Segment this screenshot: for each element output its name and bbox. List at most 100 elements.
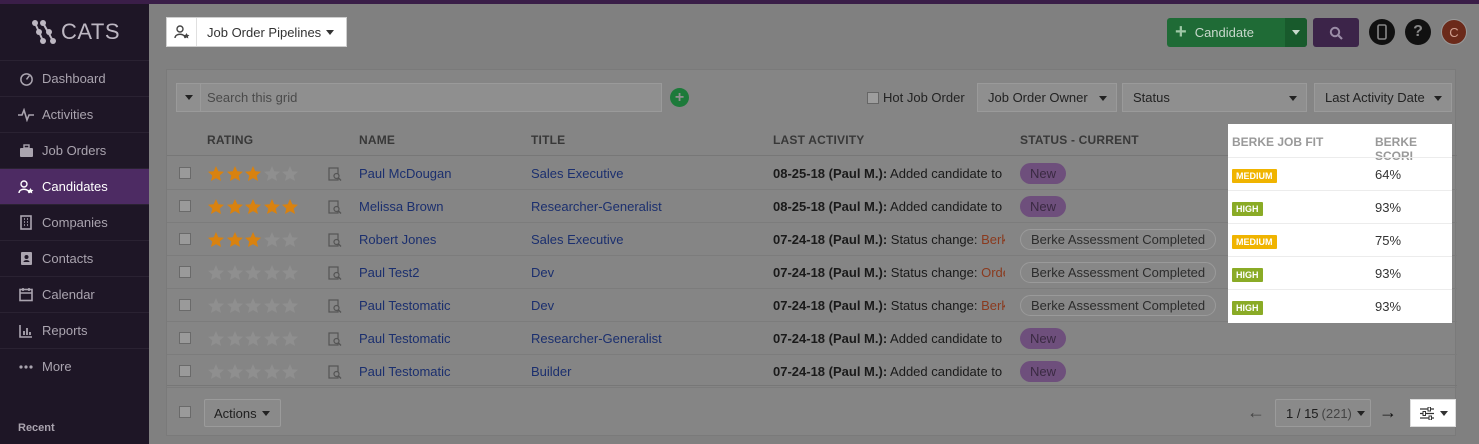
sidebar-item-more[interactable]: More [0, 348, 149, 384]
sidebar-item-dashboard[interactable]: Dashboard [0, 60, 149, 96]
sidebar-item-companies[interactable]: Companies [0, 204, 149, 240]
table-row[interactable]: Paul Testomatic Builder 07-24-18 (Paul M.)… [167, 355, 1457, 388]
star-icon[interactable] [281, 165, 299, 182]
status-badge[interactable]: New [1020, 361, 1067, 382]
job-title-link[interactable]: Sales Executive [531, 166, 624, 181]
job-title-link[interactable]: Researcher-Generalist [531, 331, 662, 346]
actions-dropdown[interactable]: Actions [204, 399, 281, 427]
add-candidate-dropdown[interactable] [1285, 18, 1307, 47]
star-icon[interactable] [281, 363, 299, 380]
status-badge[interactable]: Berke Assessment Completed [1020, 262, 1217, 283]
sidebar-item-calendar[interactable]: Calendar [0, 276, 149, 312]
sidebar-item-candidates[interactable]: Candidates [0, 168, 149, 204]
find-job-icon[interactable] [328, 167, 342, 185]
sidebar-item-activities[interactable]: Activities [0, 96, 149, 132]
activity-link[interactable]: Berke [981, 232, 1005, 247]
status-badge[interactable]: Berke Assessment Completed [1020, 229, 1217, 250]
grid-settings-button[interactable] [1410, 399, 1456, 427]
star-icon[interactable] [207, 231, 225, 248]
row-checkbox[interactable] [179, 167, 191, 179]
row-checkbox[interactable] [179, 233, 191, 245]
star-icon[interactable] [226, 297, 244, 314]
star-icon[interactable] [207, 363, 225, 380]
status-filter[interactable]: Status [1122, 83, 1307, 112]
star-icon[interactable] [226, 231, 244, 248]
job-title-link[interactable]: Sales Executive [531, 232, 624, 247]
find-job-icon[interactable] [328, 200, 342, 218]
candidate-name-link[interactable]: Paul Test2 [359, 265, 419, 280]
rating-stars[interactable] [207, 231, 300, 248]
star-icon[interactable] [207, 297, 225, 314]
star-icon[interactable] [244, 330, 262, 347]
sidebar-item-job-orders[interactable]: Job Orders [0, 132, 149, 168]
page-selector[interactable]: 1 / 15 (221) [1275, 399, 1371, 427]
row-checkbox[interactable] [179, 266, 191, 278]
star-icon[interactable] [281, 264, 299, 281]
candidate-name-link[interactable]: Paul Testomatic [359, 364, 451, 379]
candidate-name-link[interactable]: Paul Testomatic [359, 298, 451, 313]
status-badge[interactable]: New [1020, 328, 1067, 349]
select-all-checkbox[interactable] [179, 406, 191, 418]
column-name[interactable]: NAME [359, 133, 395, 147]
star-icon[interactable] [207, 165, 225, 182]
star-icon[interactable] [207, 264, 225, 281]
help-button[interactable]: ? [1405, 19, 1431, 45]
candidate-name-link[interactable]: Paul Testomatic [359, 331, 451, 346]
rating-stars[interactable] [207, 264, 300, 281]
rating-stars[interactable] [207, 198, 300, 215]
star-icon[interactable] [226, 198, 244, 215]
star-icon[interactable] [263, 198, 281, 215]
add-candidate-button[interactable]: + Candidate [1167, 18, 1307, 47]
rating-stars[interactable] [207, 297, 300, 314]
find-job-icon[interactable] [328, 365, 342, 383]
status-badge[interactable]: New [1020, 196, 1067, 217]
star-icon[interactable] [263, 231, 281, 248]
star-icon[interactable] [281, 297, 299, 314]
rating-stars[interactable] [207, 330, 300, 347]
candidate-name-link[interactable]: Paul McDougan [359, 166, 452, 181]
star-icon[interactable] [281, 330, 299, 347]
star-icon[interactable] [207, 198, 225, 215]
hot-job-order-filter[interactable]: Hot Job Order [867, 90, 965, 105]
job-order-owner-filter[interactable]: Job Order Owner [977, 83, 1117, 112]
job-title-link[interactable]: Builder [531, 364, 571, 379]
activity-link[interactable]: Berke [981, 298, 1005, 313]
candidate-name-link[interactable]: Melissa Brown [359, 199, 444, 214]
find-job-icon[interactable] [328, 266, 342, 284]
star-icon[interactable] [263, 330, 281, 347]
find-job-icon[interactable] [328, 332, 342, 350]
next-page-arrow-icon[interactable]: → [1379, 402, 1397, 423]
mobile-app-button[interactable] [1369, 19, 1395, 45]
job-order-pipelines-dropdown[interactable]: Job Order Pipelines [166, 17, 347, 47]
star-icon[interactable] [244, 264, 262, 281]
star-icon[interactable] [226, 330, 244, 347]
column-last-activity[interactable]: LAST ACTIVITY [773, 133, 865, 147]
star-icon[interactable] [244, 231, 262, 248]
star-icon[interactable] [263, 297, 281, 314]
cats-logo[interactable]: CATS [0, 4, 149, 60]
star-icon[interactable] [263, 165, 281, 182]
find-job-icon[interactable] [328, 233, 342, 251]
job-title-link[interactable]: Dev [531, 298, 554, 313]
activity-link[interactable]: Orde [981, 265, 1005, 280]
rating-stars[interactable] [207, 165, 300, 182]
job-title-link[interactable]: Researcher-Generalist [531, 199, 662, 214]
job-title-link[interactable]: Dev [531, 265, 554, 280]
find-job-icon[interactable] [328, 299, 342, 317]
star-icon[interactable] [244, 297, 262, 314]
grid-search-input[interactable] [201, 84, 641, 111]
star-icon[interactable] [244, 198, 262, 215]
star-icon[interactable] [244, 165, 262, 182]
star-icon[interactable] [281, 231, 299, 248]
star-icon[interactable] [263, 363, 281, 380]
star-icon[interactable] [226, 363, 244, 380]
hot-job-order-checkbox[interactable] [867, 91, 879, 104]
last-activity-date-filter[interactable]: Last Activity Date [1314, 83, 1452, 112]
column-status-current[interactable]: STATUS - CURRENT [1020, 133, 1139, 147]
search-scope-dropdown[interactable] [177, 84, 201, 111]
user-avatar[interactable]: C [1441, 19, 1467, 45]
row-checkbox[interactable] [179, 332, 191, 344]
star-icon[interactable] [244, 363, 262, 380]
row-checkbox[interactable] [179, 200, 191, 212]
status-badge[interactable]: New [1020, 163, 1067, 184]
